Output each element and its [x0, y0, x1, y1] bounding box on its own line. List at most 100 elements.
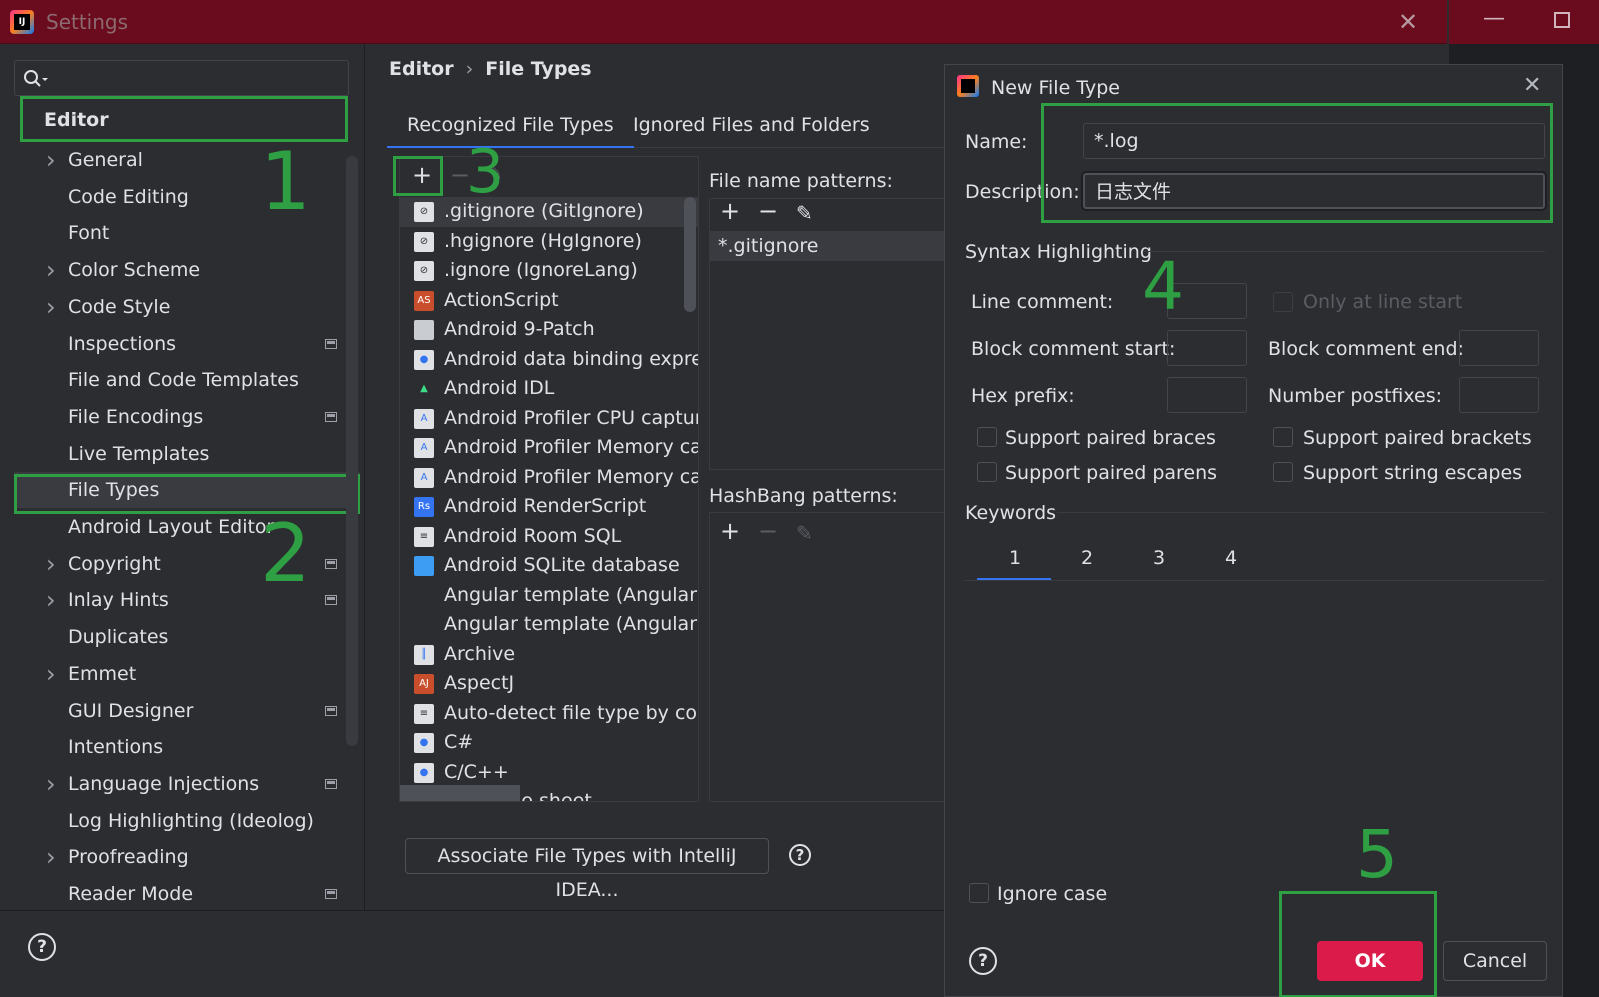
sidebar-item[interactable]: › Proofreading [0, 839, 356, 875]
sidebar-item-label: Intentions [68, 736, 164, 759]
sidebar-item[interactable]: › Language Injections [0, 766, 356, 802]
sidebar-item[interactable]: Intentions [0, 729, 356, 765]
paired-brackets-checkbox[interactable] [1273, 427, 1293, 447]
chevron-right-icon[interactable]: › [46, 289, 56, 325]
keywords-title: Keywords [965, 502, 1057, 524]
list-item[interactable]: Angular template (Angular2Ht [400, 581, 698, 611]
list-item[interactable]: ▲ Android IDL [400, 374, 698, 404]
ignore-case-checkbox[interactable] [969, 883, 989, 903]
sidebar-item[interactable]: GUI Designer [0, 693, 356, 729]
hashbang-patterns-title: HashBang patterns: [709, 485, 898, 507]
chevron-right-icon[interactable]: › [46, 766, 56, 802]
hex-prefix-field[interactable] [1167, 377, 1247, 413]
sidebar-item-label: Reader Mode [68, 883, 194, 905]
list-item[interactable]: ⊘ .hgignore (HgIgnore) [400, 227, 698, 257]
string-escapes-label: Support string escapes [1303, 462, 1523, 484]
list-item[interactable]: ║ Archive [400, 640, 698, 670]
list-item[interactable]: Angular template (Angular2Sv [400, 610, 698, 640]
file-type-label: Android Room SQL [444, 524, 622, 547]
remove-hashbang-icon[interactable]: − [758, 517, 778, 545]
tab-recognized-file-types[interactable]: Recognized File Types [387, 114, 634, 148]
add-hashbang-icon[interactable]: + [720, 517, 740, 545]
keyword-tab-2[interactable]: 2 [1081, 547, 1093, 569]
dialog-help-icon[interactable]: ? [969, 947, 997, 975]
number-postfixes-field[interactable] [1459, 377, 1539, 413]
chevron-right-icon[interactable]: › [46, 142, 56, 178]
list-item[interactable]: A Android Profiler CPU capture f [400, 404, 698, 434]
list-item[interactable]: ● Android data binding expressi [400, 345, 698, 375]
block-comment-end-field[interactable] [1459, 330, 1539, 366]
tab-ignored-files[interactable]: Ignored Files and Folders [633, 114, 870, 136]
associate-file-types-button[interactable]: Associate File Types with IntelliJ IDEA.… [405, 838, 769, 901]
edit-pattern-icon[interactable]: ✎ [796, 201, 813, 225]
sidebar-item[interactable]: › Code Style [0, 289, 356, 325]
list-item[interactable]: A Android Profiler Memory capt [400, 463, 699, 493]
list-item[interactable]: AJ AspectJ [400, 669, 698, 699]
number-postfixes-label: Number postfixes: [1268, 385, 1443, 407]
dialog-close-icon[interactable]: ✕ [1523, 73, 1541, 98]
search-input[interactable] [14, 60, 349, 96]
chevron-right-icon[interactable]: › [46, 546, 56, 582]
list-item[interactable]: ≡ Auto-detect file type by conte [400, 699, 698, 729]
block-comment-start-label: Block comment start: [971, 338, 1176, 360]
file-types-toolbar: + − ✎ [400, 157, 698, 197]
sidebar-item-label: Live Templates [68, 442, 210, 465]
file-ignore-icon: ⊘ [414, 261, 434, 281]
keyword-tab-1[interactable]: 1 [1009, 547, 1021, 569]
sidebar-item[interactable]: › Color Scheme [0, 252, 356, 288]
keyword-tab-4[interactable]: 4 [1225, 547, 1237, 569]
list-item[interactable]: ⊘ .gitignore (GitIgnore) [400, 197, 698, 227]
string-escapes-checkbox[interactable] [1273, 462, 1293, 482]
list-item[interactable]: Android SQLite database [400, 551, 698, 581]
sidebar-item[interactable]: › Emmet [0, 656, 356, 692]
chevron-right-icon[interactable]: › [46, 252, 56, 288]
paired-braces-checkbox[interactable] [977, 427, 997, 447]
sidebar-item[interactable]: Reader Mode [0, 876, 356, 912]
only-line-start-checkbox[interactable] [1273, 292, 1293, 312]
sidebar-item[interactable]: File and Code Templates [0, 362, 356, 398]
keyword-tab-3[interactable]: 3 [1153, 547, 1165, 569]
sidebar-scrollbar[interactable] [346, 156, 358, 746]
sidebar-item[interactable]: Duplicates [0, 619, 356, 655]
add-pattern-icon[interactable]: + [720, 197, 740, 225]
archive-icon: ║ [414, 644, 434, 665]
annotation-4: 4 [1142, 248, 1184, 325]
sidebar-item[interactable]: File Encodings [0, 399, 356, 435]
cancel-button[interactable]: Cancel [1443, 941, 1547, 981]
settings-help-icon[interactable]: ? [28, 933, 56, 961]
edit-hashbang-icon[interactable]: ✎ [796, 521, 813, 545]
breadcrumb-parent[interactable]: Editor [389, 58, 454, 80]
paired-braces-label: Support paired braces [1005, 427, 1216, 449]
keywords-tab-divider [965, 580, 1545, 581]
list-item[interactable]: Rs Android RenderScript [400, 492, 698, 522]
text-file-icon: ≡ [414, 703, 434, 724]
list-scrollbar[interactable] [684, 197, 696, 312]
sidebar-item[interactable]: Live Templates [0, 436, 356, 472]
chevron-right-icon[interactable]: › [46, 656, 56, 692]
list-item[interactable]: ⊘ .ignore (IgnoreLang) [400, 256, 698, 286]
minimize-icon[interactable]: — [1483, 6, 1505, 31]
list-item[interactable]: Android 9-Patch [400, 315, 698, 345]
pattern-row[interactable]: *.gitignore [710, 231, 946, 261]
list-item[interactable]: ● C/C++ [400, 758, 698, 788]
list-horizontal-scrollbar[interactable] [400, 785, 520, 801]
sidebar-item-label: General [68, 149, 143, 171]
chevron-right-icon[interactable]: › [46, 582, 56, 618]
sidebar-item-label: Emmet [68, 662, 137, 685]
profiler-icon: A [414, 408, 434, 429]
paired-parens-checkbox[interactable] [977, 462, 997, 482]
remove-pattern-icon[interactable]: − [758, 197, 778, 225]
file-type-label: Android Profiler Memory capt [444, 465, 699, 488]
list-item[interactable]: ≡ Android Room SQL [400, 522, 698, 552]
chevron-right-icon[interactable]: › [46, 839, 56, 875]
list-item[interactable]: ● C# [400, 728, 698, 758]
profiler-icon: A [414, 438, 434, 458]
sidebar-item[interactable]: Inspections [0, 326, 356, 362]
maximize-icon[interactable] [1554, 12, 1570, 28]
block-comment-start-field[interactable] [1167, 330, 1247, 366]
help-icon[interactable]: ? [789, 844, 811, 866]
list-item[interactable]: AS ActionScript [400, 286, 698, 316]
list-item[interactable]: A Android Profiler Memory capt [400, 433, 698, 463]
close-icon[interactable]: ✕ [1398, 8, 1418, 36]
sidebar-item[interactable]: Log Highlighting (Ideolog) [0, 803, 356, 839]
